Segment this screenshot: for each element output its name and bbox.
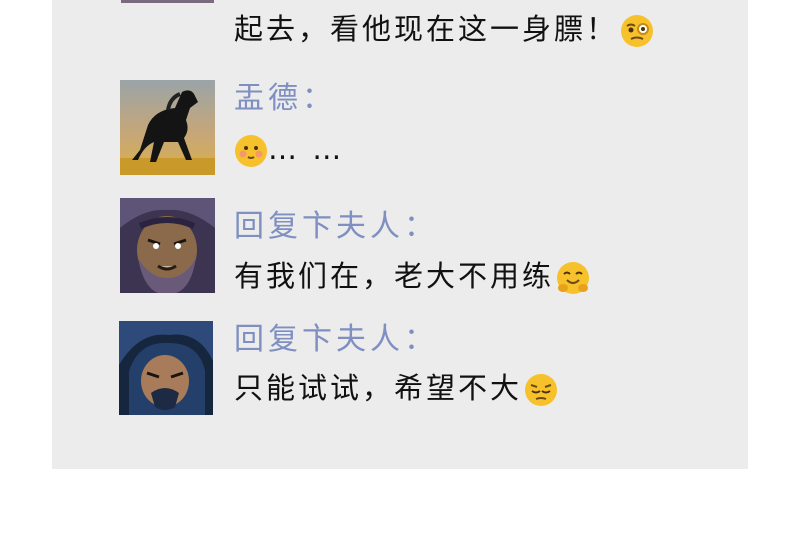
- avatar-partial[interactable]: [121, 0, 214, 3]
- message-text: 只能试试，希望不大: [234, 373, 558, 407]
- pensive-face-icon: [525, 374, 558, 406]
- bearded-warrior-avatar[interactable]: [120, 198, 215, 293]
- blue-haired-warrior-avatar[interactable]: [119, 321, 213, 415]
- message-text: 有我们在，老大不用练: [234, 261, 590, 295]
- sender-name: 回复卞夫人：: [234, 322, 438, 357]
- message-text: … …: [234, 134, 344, 168]
- message-text: 起去，看他现在这一身膘！: [234, 14, 654, 48]
- black-horse-avatar[interactable]: [120, 80, 215, 175]
- face-with-monocle-icon: [621, 15, 654, 47]
- hugging-face-icon: [557, 262, 590, 294]
- sender-name: 盂德：: [234, 81, 336, 116]
- smiling-face-icon: [235, 135, 267, 167]
- sender-name: 回复卞夫人：: [234, 209, 438, 244]
